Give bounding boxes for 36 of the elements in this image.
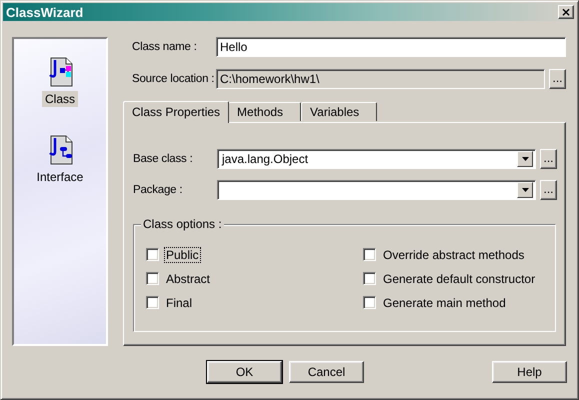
browse-button[interactable]: ...: [540, 180, 557, 200]
window-title: ClassWizard: [6, 4, 84, 20]
tab[interactable]: Variables: [301, 102, 378, 121]
dropdown-arrow-icon[interactable]: [522, 156, 528, 161]
checkbox[interactable]: [146, 296, 159, 310]
checkbox[interactable]: [363, 296, 376, 310]
field-label: Package :: [133, 184, 184, 196]
checkbox-label[interactable]: Generate default constructor: [381, 270, 538, 287]
checkbox[interactable]: [146, 272, 159, 286]
text-field[interactable]: Hello: [216, 37, 566, 57]
sidebar-item[interactable]: Interface: [34, 169, 86, 185]
combo-box[interactable]: [217, 180, 536, 200]
checkbox[interactable]: [146, 248, 159, 262]
combo-box[interactable]: java.lang.Object: [217, 148, 536, 169]
browse-button[interactable]: ...: [540, 148, 557, 169]
checkbox-label[interactable]: Generate main method: [381, 294, 508, 311]
checkbox[interactable]: [363, 248, 376, 262]
text-field[interactable]: C:\homework\hw1\: [216, 69, 545, 89]
field-label: Source location :: [132, 73, 216, 85]
close-button[interactable]: ×: [558, 5, 574, 19]
group-title: Class options :: [141, 216, 224, 231]
dropdown-arrow-icon[interactable]: [522, 188, 528, 192]
dialog-button[interactable]: OK: [207, 361, 282, 383]
checkbox-label[interactable]: Abstract: [164, 270, 212, 287]
browse-button[interactable]: ...: [549, 69, 566, 89]
checkbox-label[interactable]: Final: [164, 294, 194, 311]
tab[interactable]: Class Properties: [123, 100, 230, 123]
field-label: Class name :: [132, 41, 198, 53]
sidebar-item[interactable]: Class: [42, 91, 78, 107]
checkbox-label[interactable]: Public: [164, 246, 201, 263]
tab[interactable]: Methods: [228, 102, 302, 121]
dialog-button[interactable]: Help: [492, 361, 567, 383]
field-label: Base class :: [133, 152, 194, 165]
checkbox-label[interactable]: Override abstract methods: [381, 246, 526, 263]
checkbox[interactable]: [363, 272, 376, 286]
dialog-button[interactable]: Cancel: [289, 361, 364, 383]
